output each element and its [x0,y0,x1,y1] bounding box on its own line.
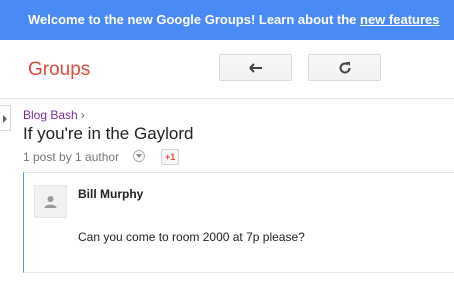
topic-meta: 1 post by 1 author [23,150,120,164]
topic-title: If you're in the Gaylord [23,124,194,143]
app-title[interactable]: Groups [28,59,90,81]
avatar[interactable] [34,185,67,218]
banner-text: Welcome to the new Google Groups! Learn … [28,12,361,27]
post-body: Can you come to room 2000 at 7p please? [78,230,305,244]
chevron-down-icon [136,154,142,158]
refresh-icon [339,61,351,74]
post-card: Bill Murphy Can you come to room 2000 at… [23,172,454,273]
announcement-banner: Welcome to the new Google Groups! Learn … [0,0,454,40]
person-icon [44,196,57,208]
breadcrumb-separator: › [80,108,85,122]
breadcrumb: Blog Bash › [23,108,85,122]
refresh-button[interactable] [308,54,381,81]
app-header: Groups [0,40,454,99]
sidebar-toggle[interactable] [0,105,11,131]
back-button[interactable] [219,54,292,81]
chevron-right-icon [3,115,7,123]
google-plus-one-button[interactable]: +1 [161,149,180,165]
new-features-link[interactable]: new features [360,12,439,27]
post-author[interactable]: Bill Murphy [78,187,143,201]
arrow-left-icon [248,62,262,73]
breadcrumb-group-link[interactable]: Blog Bash [23,108,78,122]
banner-message: Welcome to the new Google Groups! Learn … [28,0,440,40]
author-dropdown[interactable] [133,150,145,162]
